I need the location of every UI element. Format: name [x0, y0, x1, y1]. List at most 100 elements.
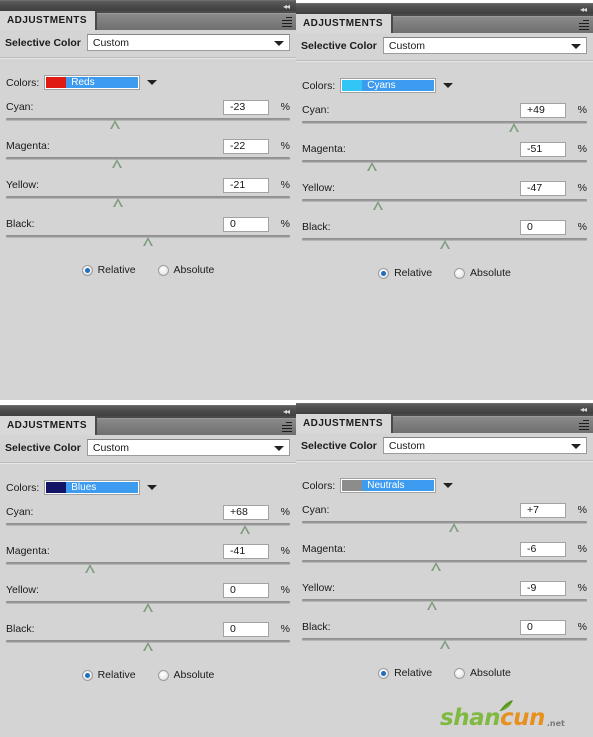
- slider-thumb[interactable]: [111, 159, 123, 168]
- percent-label: %: [280, 140, 290, 152]
- radio-absolute[interactable]: Absolute: [157, 264, 214, 276]
- collapse-to-icons-icon[interactable]: ◂◂: [283, 407, 290, 416]
- slider-thumb[interactable]: [84, 564, 96, 573]
- radio-relative[interactable]: Relative: [81, 264, 136, 276]
- chevron-down-icon[interactable]: [443, 83, 454, 88]
- slider-value-input[interactable]: -6: [520, 541, 566, 557]
- adjustments-panel-blues: ◂◂ ADJUSTMENTS Selective Color Custom Co…: [0, 405, 296, 737]
- radio-absolute[interactable]: Absolute: [454, 667, 511, 679]
- tab-adjustments[interactable]: ADJUSTMENTS: [296, 14, 391, 33]
- slider-label: Cyan:: [302, 504, 330, 516]
- slider-value-input[interactable]: 0: [223, 582, 269, 598]
- slider-value-input[interactable]: -22: [223, 138, 269, 154]
- chevron-down-icon[interactable]: [147, 485, 158, 490]
- panel-dock-bar[interactable]: ◂◂: [296, 3, 593, 14]
- colors-dropdown[interactable]: Cyans: [340, 78, 437, 93]
- slider-track-wrap[interactable]: [6, 195, 290, 209]
- slider-thumb[interactable]: [366, 162, 378, 171]
- panel-dock-bar[interactable]: ◂◂: [0, 0, 296, 11]
- colors-dropdown[interactable]: Reds: [44, 75, 141, 90]
- slider-value-input[interactable]: +49: [520, 102, 566, 118]
- radio-relative[interactable]: Relative: [378, 267, 432, 279]
- collapse-to-icons-icon[interactable]: ◂◂: [283, 2, 290, 11]
- tab-adjustments[interactable]: ADJUSTMENTS: [296, 414, 391, 433]
- slider-track-wrap[interactable]: [302, 159, 587, 173]
- radio-absolute[interactable]: Absolute: [157, 669, 214, 681]
- slider-thumb[interactable]: [143, 237, 154, 246]
- preset-dropdown[interactable]: Custom: [86, 34, 290, 51]
- radio-absolute[interactable]: Absolute: [454, 267, 511, 279]
- slider-track-wrap[interactable]: [302, 559, 587, 573]
- slider-track-wrap[interactable]: [6, 156, 290, 170]
- slider-value-input[interactable]: -47: [520, 180, 566, 196]
- panel-menu-icon[interactable]: [577, 20, 589, 31]
- preset-dropdown[interactable]: Custom: [86, 439, 290, 456]
- radio-indicator: [378, 267, 390, 279]
- colors-dropdown[interactable]: Blues: [44, 480, 141, 495]
- slider-track-wrap[interactable]: [302, 520, 587, 534]
- slider-label: Yellow:: [6, 584, 39, 596]
- panel-menu-icon[interactable]: [577, 420, 589, 431]
- radio-relative[interactable]: Relative: [378, 667, 432, 679]
- slider-thumb[interactable]: [509, 123, 520, 132]
- slider-value-input[interactable]: -41: [223, 543, 269, 559]
- slider-thumb[interactable]: [439, 640, 451, 649]
- slider-track: [302, 199, 587, 202]
- tab-adjustments[interactable]: ADJUSTMENTS: [0, 11, 95, 30]
- percent-label: %: [577, 621, 587, 633]
- collapse-to-icons-icon[interactable]: ◂◂: [580, 405, 587, 414]
- slider-value-input[interactable]: +68: [223, 504, 269, 520]
- colors-dropdown[interactable]: Neutrals: [340, 478, 437, 493]
- slider-thumb[interactable]: [113, 198, 124, 207]
- slider-value-input[interactable]: 0: [520, 219, 566, 235]
- slider-track-wrap[interactable]: [302, 598, 587, 612]
- slider-thumb[interactable]: [372, 201, 384, 210]
- slider-thumb[interactable]: [143, 642, 154, 651]
- slider-value-input[interactable]: -51: [520, 141, 566, 157]
- slider-thumb[interactable]: [239, 525, 251, 534]
- slider-track-wrap[interactable]: [302, 237, 587, 251]
- chevron-down-icon[interactable]: [147, 80, 158, 85]
- slider-thumb[interactable]: [143, 603, 154, 612]
- preset-value: Custom: [388, 39, 426, 52]
- panel-menu-icon[interactable]: [280, 422, 292, 433]
- slider-thumb[interactable]: [110, 120, 121, 129]
- slider-label: Yellow:: [6, 179, 39, 191]
- tab-adjustments[interactable]: ADJUSTMENTS: [0, 416, 95, 435]
- collapse-to-icons-icon[interactable]: ◂◂: [580, 5, 587, 14]
- slider-thumb[interactable]: [426, 601, 438, 610]
- slider-thumb[interactable]: [449, 523, 460, 532]
- slider-track-wrap[interactable]: [302, 120, 587, 134]
- panel-body: Colors: Blues Cyan: +68 % Magenta: -41 %…: [0, 464, 296, 681]
- slider-track-wrap[interactable]: [6, 522, 290, 536]
- slider-value-input[interactable]: 0: [223, 621, 269, 637]
- slider-track-wrap[interactable]: [302, 198, 587, 212]
- slider-value-input[interactable]: -9: [520, 580, 566, 596]
- radio-label: Relative: [97, 669, 136, 681]
- slider-thumb[interactable]: [439, 240, 451, 249]
- slider-label: Magenta:: [302, 543, 346, 555]
- page-title: Selective Color: [301, 439, 377, 452]
- slider-thumb[interactable]: [430, 562, 442, 571]
- slider-value-input[interactable]: 0: [223, 216, 269, 232]
- slider-track-wrap[interactable]: [6, 234, 290, 248]
- preset-dropdown[interactable]: Custom: [382, 437, 587, 454]
- panel-menu-icon[interactable]: [280, 17, 292, 28]
- panel-dock-bar[interactable]: ◂◂: [0, 405, 296, 416]
- radio-relative[interactable]: Relative: [81, 669, 136, 681]
- slider-track-wrap[interactable]: [302, 637, 587, 651]
- slider-value-input[interactable]: -23: [223, 99, 269, 115]
- slider-value-input[interactable]: +7: [520, 502, 566, 518]
- page-title: Selective Color: [301, 39, 377, 52]
- percent-label: %: [280, 218, 290, 230]
- slider-track-wrap[interactable]: [6, 600, 290, 614]
- slider-track-wrap[interactable]: [6, 639, 290, 653]
- slider-track-wrap[interactable]: [6, 117, 290, 131]
- panel-dock-bar[interactable]: ◂◂: [296, 403, 593, 414]
- slider-value-input[interactable]: -21: [223, 177, 269, 193]
- preset-dropdown[interactable]: Custom: [382, 37, 587, 54]
- slider-track: [302, 121, 587, 124]
- slider-value-input[interactable]: 0: [520, 619, 566, 635]
- slider-track-wrap[interactable]: [6, 561, 290, 575]
- chevron-down-icon[interactable]: [443, 483, 454, 488]
